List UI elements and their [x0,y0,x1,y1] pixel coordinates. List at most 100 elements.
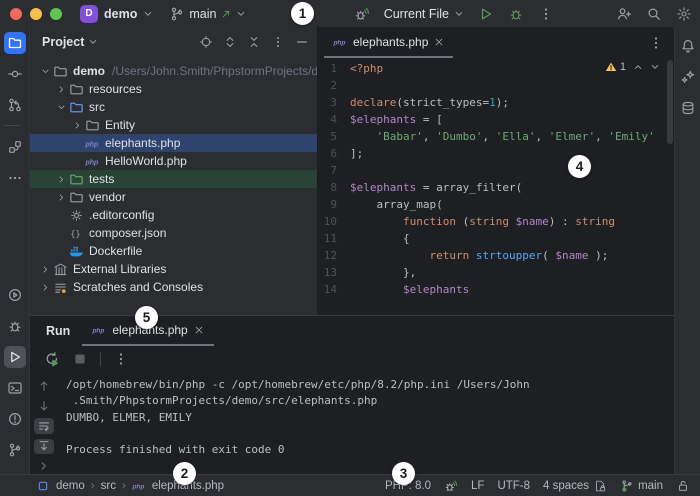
php-file-icon: php [84,136,100,151]
chevron-right-icon[interactable] [38,283,52,292]
line-number: 10 [318,213,350,230]
code-line: 4$elephants = [ [318,111,674,128]
more-actions-icon[interactable] [538,6,554,22]
database-tool-icon[interactable] [677,97,699,119]
tree-item-label: resources [89,82,142,96]
soft-wrap-icon[interactable] [34,418,54,433]
tree-item--editorconfig[interactable]: .editorconfig [30,206,317,224]
search-everywhere-icon[interactable] [646,6,662,22]
tree-item-label: Dockerfile [89,244,142,258]
profiler-tool-icon[interactable] [4,284,26,306]
tree-item-src[interactable]: src [30,98,317,116]
chevron-right-icon[interactable] [54,193,68,202]
up-stack-trace-icon[interactable] [34,378,54,393]
run-button[interactable] [478,6,494,22]
editor-scrollbar[interactable] [667,60,673,144]
hide-panel-icon[interactable] [295,35,309,49]
indent-widget[interactable]: 4 spaces [543,479,607,493]
breadcrumb-item-src[interactable]: src [101,480,116,492]
project-selector[interactable]: D demo [80,5,153,23]
collapse-all-icon[interactable] [247,35,261,49]
tree-item-external-libraries[interactable]: External Libraries [30,260,317,278]
tree-item-dockerfile[interactable]: Dockerfile [30,242,317,260]
code-line: 8$elephants = array_filter( [318,179,674,196]
project-panel-title[interactable]: Project [42,35,84,49]
incoming-changes-icon [220,8,232,20]
run-panel-title[interactable]: Run [30,316,82,346]
breadcrumb-item-demo[interactable]: demo [56,480,85,492]
chevron-right-icon[interactable] [38,265,52,274]
ai-assistant-icon[interactable] [677,66,699,88]
editor-tab-elephants[interactable]: php elephants.php [324,27,453,58]
tree-item-elephants-php[interactable]: phpelephants.php [30,134,317,152]
xdebug-status-icon[interactable] [444,479,458,493]
zoom-window-button[interactable] [50,8,62,20]
tree-item-demo[interactable]: demo/Users/John.Smith/PhpstormProjects/d… [30,62,317,80]
code-line: 2 [318,77,674,94]
tree-item-vendor[interactable]: vendor [30,188,317,206]
chevron-right-icon[interactable] [54,85,68,94]
terminal-tool-icon[interactable] [4,377,26,399]
folder-src-icon [68,100,84,115]
version-control-tool-icon[interactable] [4,439,26,461]
project-tool-icon[interactable] [4,32,26,54]
close-window-button[interactable] [10,8,22,20]
code-editor[interactable]: 1<?php23declare(strict_types=1);4$elepha… [318,58,674,315]
svg-text:php: php [132,483,144,490]
chevron-right-icon[interactable] [70,121,84,130]
console-output[interactable]: /opt/homebrew/bin/php -c /opt/homebrew/e… [58,372,674,474]
tree-item-entity[interactable]: Entity [30,116,317,134]
debug-tool-icon[interactable] [4,315,26,337]
next-problem-icon[interactable] [650,62,660,72]
more-tools-icon[interactable] [4,167,26,189]
tree-item-helloworld-php[interactable]: phpHelloWorld.php [30,152,317,170]
previous-problem-icon[interactable] [633,62,643,72]
tree-item-label: src [89,100,105,114]
run-toolbar [30,346,674,372]
branch-selector[interactable]: main [169,6,246,22]
tree-item-composer-json[interactable]: {}composer.json [30,224,317,242]
tree-item-tests[interactable]: tests [30,170,317,188]
git-branch-widget[interactable]: main [620,479,663,493]
close-tab-icon[interactable] [194,325,204,335]
expand-console-icon[interactable] [34,459,54,474]
annotation-marker-5: 5 [135,306,158,329]
chevron-right-icon[interactable] [54,175,68,184]
encoding-widget[interactable]: UTF-8 [497,480,530,492]
code-line: 6]; [318,145,674,162]
tree-item-scratches-and-consoles[interactable]: Scratches and Consoles [30,278,317,296]
console-line: /opt/homebrew/bin/php -c /opt/homebrew/e… [66,377,666,393]
branch-name: main [189,7,216,21]
add-user-icon[interactable] [616,6,632,22]
editor-options-icon[interactable] [648,35,664,51]
chevron-down-icon[interactable] [38,67,52,76]
chevron-down-icon [454,9,464,19]
tree-item-resources[interactable]: resources [30,80,317,98]
unlock-icon[interactable] [676,479,690,493]
run-tool-icon[interactable] [4,346,26,368]
pull-requests-tool-icon[interactable] [4,94,26,116]
locate-file-icon[interactable] [199,35,213,49]
settings-gear-icon[interactable] [676,6,692,22]
problems-tool-icon[interactable] [4,408,26,430]
xdebug-listen-icon[interactable] [354,6,370,22]
commit-tool-icon[interactable] [4,63,26,85]
line-separator-widget[interactable]: LF [471,480,484,492]
minimize-window-button[interactable] [30,8,42,20]
expand-all-icon[interactable] [223,35,237,49]
annotation-marker-2: 2 [173,462,196,485]
chevron-down-icon[interactable] [54,103,68,112]
stop-icon[interactable] [72,351,88,367]
down-stack-trace-icon[interactable] [34,398,54,413]
run-configuration-selector[interactable]: Current File [384,7,464,21]
rerun-icon[interactable] [44,351,60,367]
debug-button[interactable] [508,6,524,22]
notifications-bell-icon[interactable] [677,35,699,57]
scroll-to-end-icon[interactable] [34,439,54,454]
gear-file-icon [68,208,84,223]
tree-item-label: .editorconfig [89,208,154,222]
more-vertical-icon[interactable] [271,35,285,49]
more-vertical-icon[interactable] [113,351,129,367]
structure-tool-icon[interactable] [4,136,26,158]
close-tab-icon[interactable] [434,37,444,47]
